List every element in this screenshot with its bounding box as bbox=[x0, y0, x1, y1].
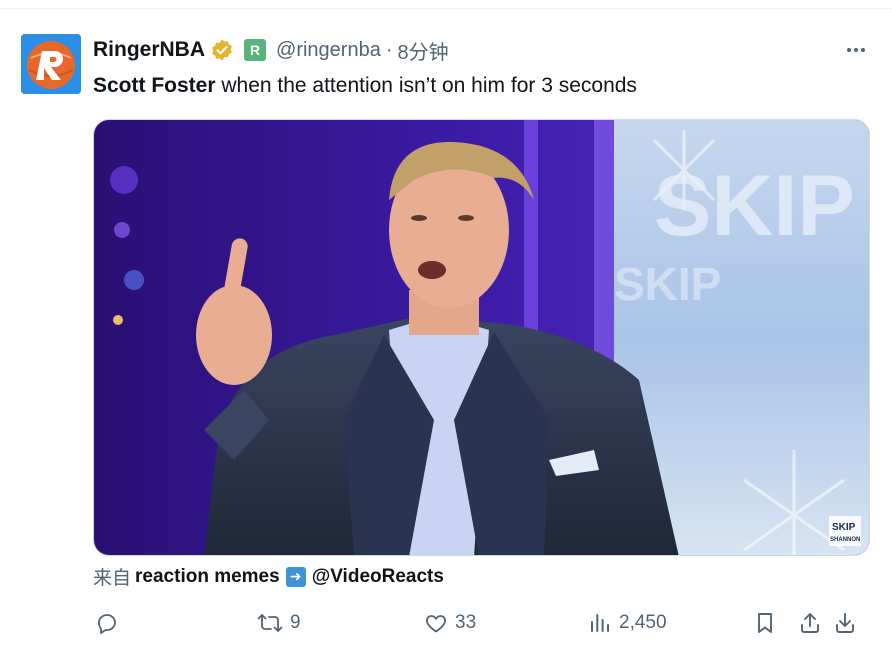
video-attribution: 来自 reaction memes ➜ @VideoReacts bbox=[93, 563, 444, 590]
ringer-logo-icon bbox=[21, 34, 81, 94]
retweet-count: 9 bbox=[290, 612, 301, 633]
bookmark-icon bbox=[758, 613, 772, 633]
timestamp[interactable]: 8分钟 bbox=[398, 36, 449, 65]
retweet-button[interactable]: 9 bbox=[257, 606, 301, 640]
more-horizontal-icon bbox=[847, 48, 865, 52]
attribution-account[interactable]: @VideoReacts bbox=[312, 566, 444, 588]
attribution-source[interactable]: reaction memes bbox=[135, 566, 280, 588]
heart-icon bbox=[426, 615, 446, 633]
affiliate-badge[interactable]: R bbox=[244, 39, 267, 61]
tweet-text-body: when the attention isn’t on him for 3 se… bbox=[215, 74, 637, 97]
like-count: 33 bbox=[455, 612, 477, 633]
retweet-icon bbox=[257, 614, 283, 632]
tweet-video[interactable]: SKIP SKIP SKIP SHANNON bbox=[93, 119, 870, 556]
action-bar: 9 33 2,450 bbox=[0, 606, 892, 640]
right-arrow-icon: ➜ bbox=[285, 566, 306, 587]
verified-badge-icon[interactable] bbox=[210, 38, 234, 62]
like-button[interactable]: 33 bbox=[424, 606, 476, 640]
separator-dot: · bbox=[385, 38, 393, 61]
top-divider bbox=[0, 8, 892, 9]
more-options-button[interactable] bbox=[838, 36, 874, 64]
watermark-skip: SKIP bbox=[832, 522, 856, 533]
avatar[interactable] bbox=[21, 34, 81, 94]
background-logo-text-2: SKIP bbox=[614, 258, 721, 310]
download-icon bbox=[836, 613, 854, 633]
display-name[interactable]: RingerNBA bbox=[93, 38, 205, 62]
watermark-shannon: SHANNON bbox=[830, 537, 860, 543]
tweet-text-bold: Scott Foster bbox=[93, 74, 216, 97]
background-logo-text: SKIP bbox=[654, 158, 855, 254]
reply-icon bbox=[98, 614, 116, 634]
share-button[interactable] bbox=[798, 606, 822, 640]
tweet-header: RingerNBA R @ringernba · 8分钟 bbox=[93, 36, 449, 64]
share-upload-icon bbox=[801, 613, 819, 633]
views-chart-icon bbox=[591, 614, 609, 632]
attribution-prefix: 来自 bbox=[93, 568, 132, 589]
download-button[interactable] bbox=[833, 606, 857, 640]
reply-button[interactable] bbox=[95, 606, 126, 640]
views-button[interactable]: 2,450 bbox=[588, 606, 667, 640]
tweet-text: Scott Foster when the attention isn’t on… bbox=[93, 72, 637, 100]
bookmark-button[interactable] bbox=[753, 606, 777, 640]
views-count: 2,450 bbox=[619, 612, 667, 633]
video-frame-image: SKIP SKIP SKIP SHANNON bbox=[94, 120, 869, 555]
user-handle[interactable]: @ringernba bbox=[276, 39, 381, 62]
